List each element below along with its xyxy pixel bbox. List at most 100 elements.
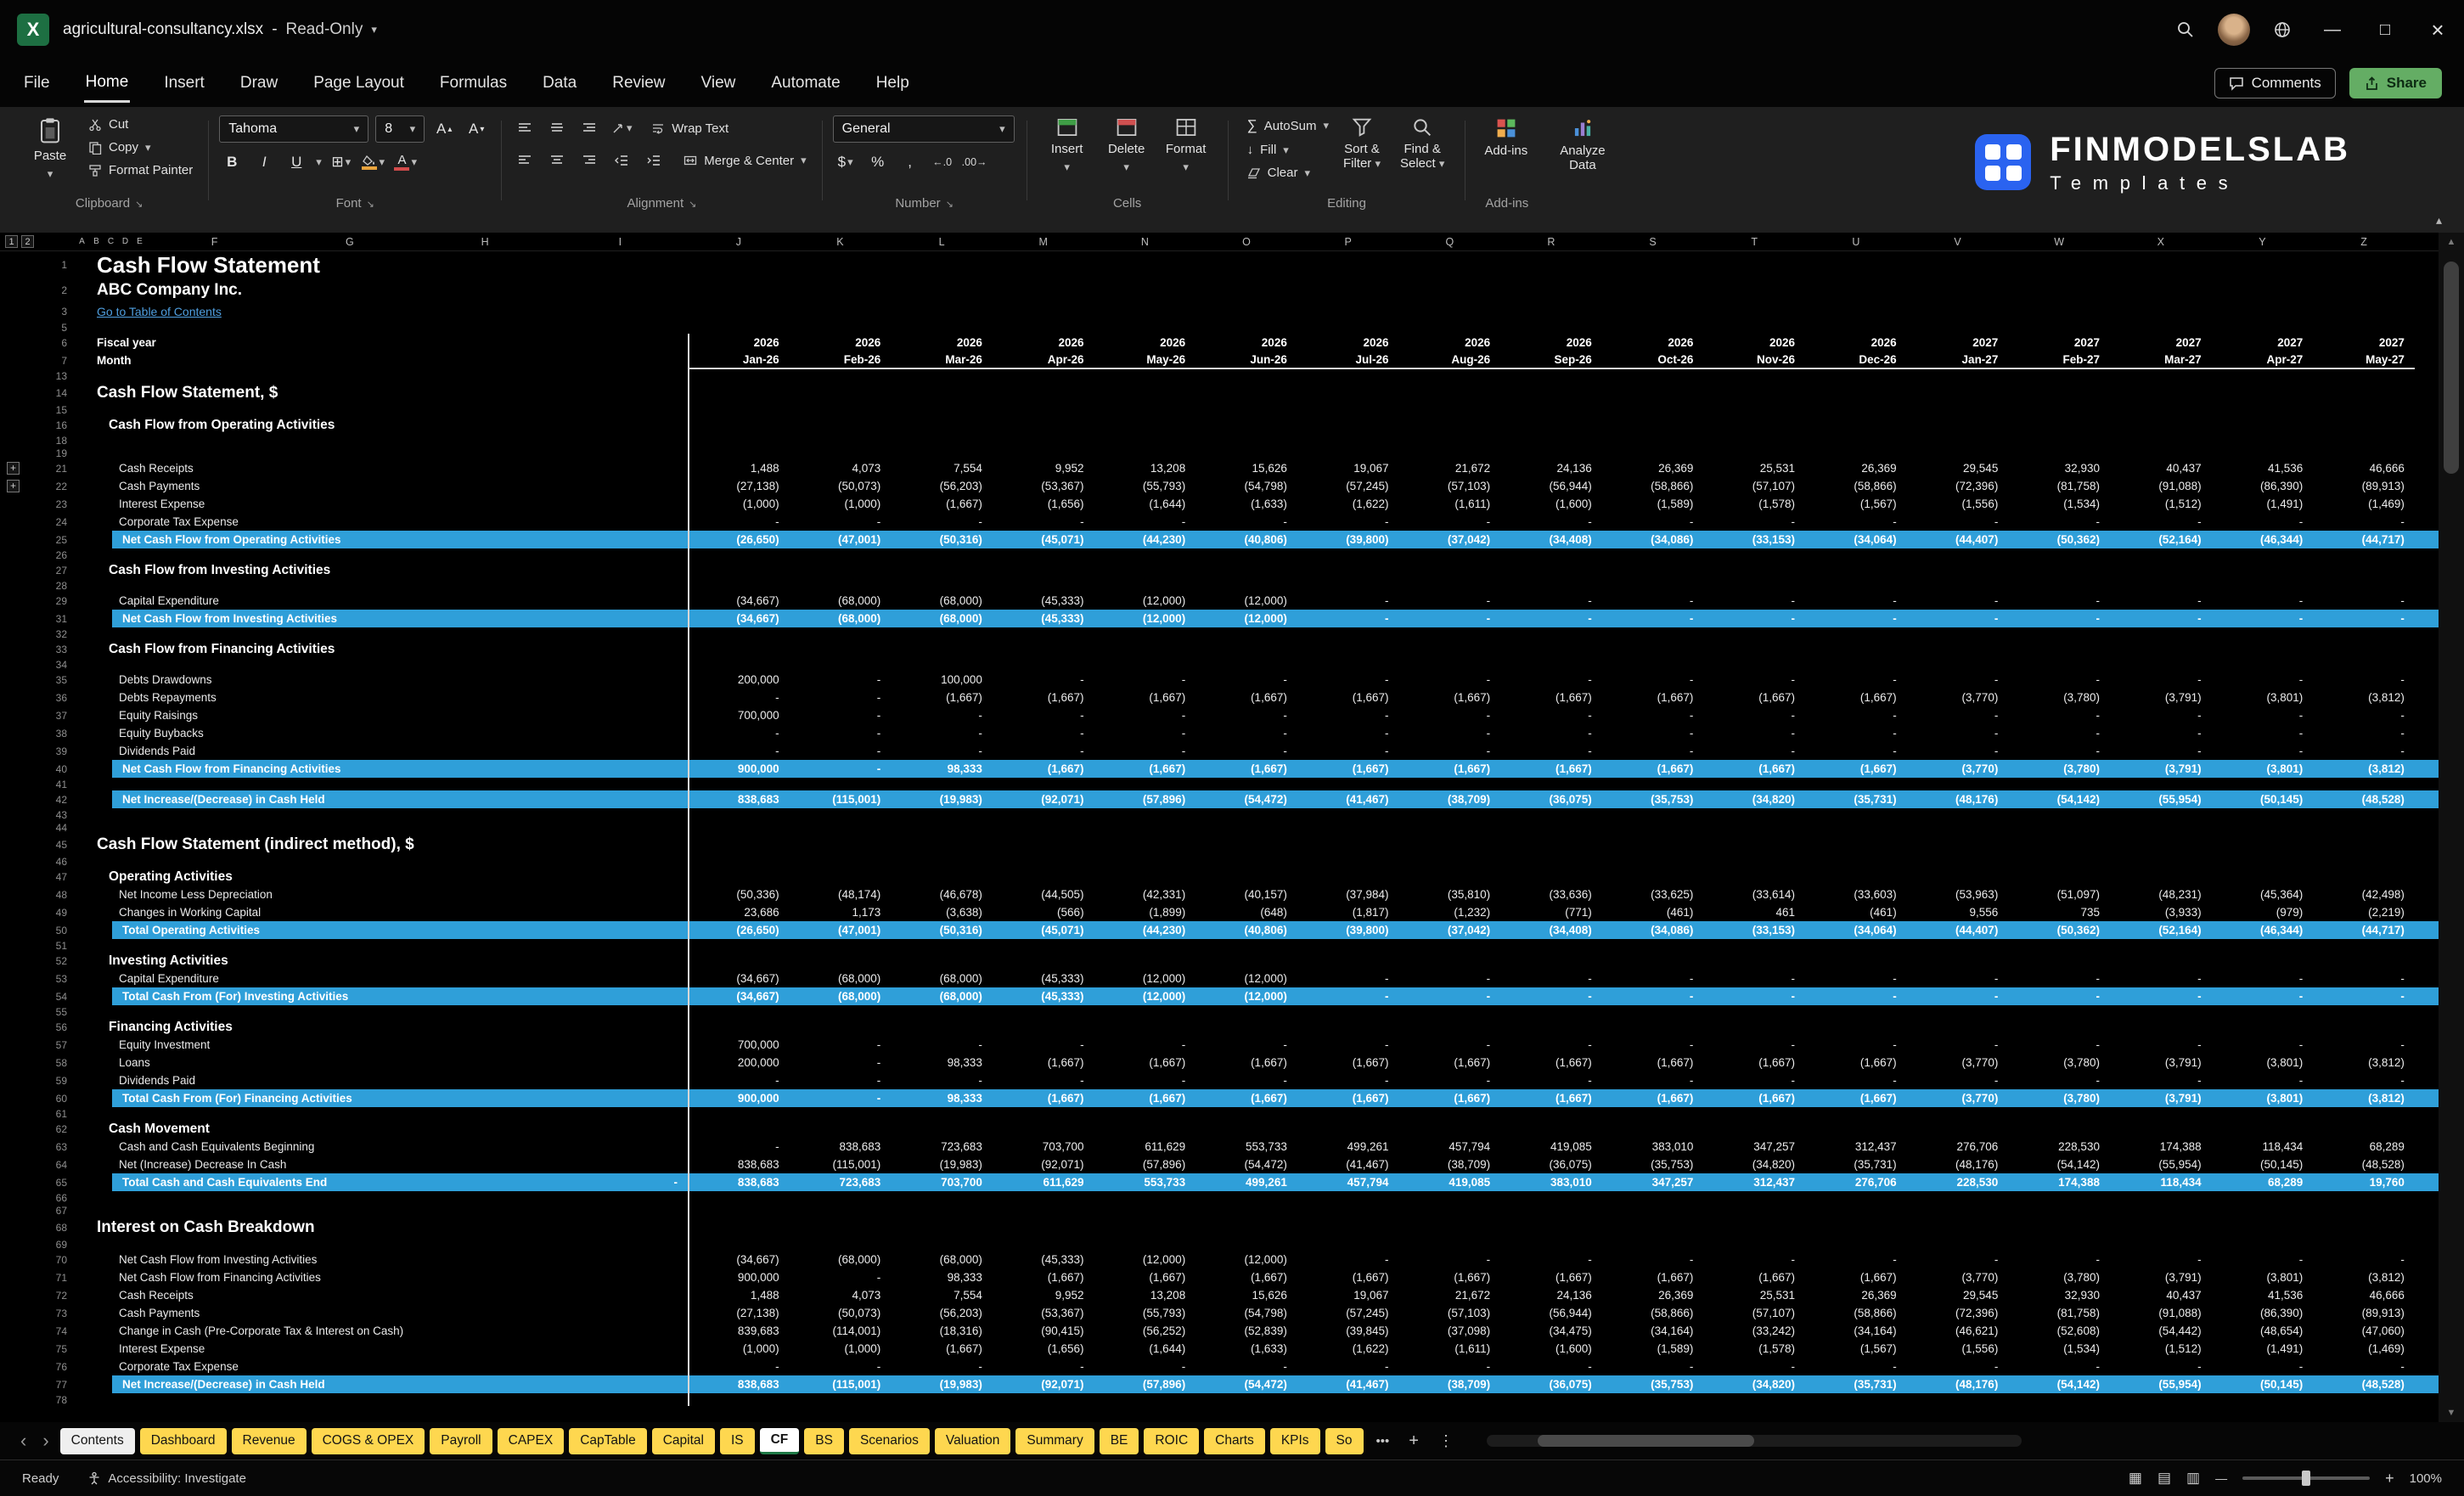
cell[interactable]: - bbox=[2008, 724, 2110, 742]
cell[interactable]: (3,812) bbox=[2313, 1054, 2415, 1071]
cell[interactable] bbox=[2110, 434, 2212, 447]
cell[interactable] bbox=[790, 1204, 892, 1217]
sheet-tab-scenarios[interactable]: Scenarios bbox=[849, 1428, 930, 1454]
cell[interactable] bbox=[1500, 416, 1602, 434]
cell[interactable]: May-26 bbox=[1094, 352, 1196, 368]
cell[interactable]: (48,654) bbox=[2212, 1322, 2314, 1340]
cell[interactable] bbox=[2008, 1217, 2110, 1238]
row-number[interactable]: 61 bbox=[34, 1108, 75, 1120]
cell[interactable]: (3,801) bbox=[2212, 1089, 2314, 1107]
cell[interactable]: (27,138) bbox=[688, 477, 790, 495]
cell[interactable]: - bbox=[2212, 706, 2314, 724]
cell[interactable] bbox=[1703, 1018, 1805, 1036]
cell[interactable] bbox=[993, 447, 1094, 459]
cell[interactable]: (115,001) bbox=[790, 1156, 892, 1173]
cell[interactable] bbox=[1195, 301, 1297, 321]
decrease-indent-icon[interactable] bbox=[609, 148, 634, 173]
row-number[interactable]: 31 bbox=[34, 613, 75, 625]
cell[interactable] bbox=[1195, 369, 1297, 382]
cell[interactable] bbox=[2212, 278, 2314, 301]
cell[interactable]: - bbox=[2313, 610, 2415, 627]
cell[interactable]: - bbox=[1500, 610, 1602, 627]
cell[interactable]: (1,667) bbox=[1602, 1054, 1704, 1071]
cell[interactable] bbox=[2212, 579, 2314, 592]
cell[interactable] bbox=[2313, 821, 2415, 834]
cell[interactable]: 7,554 bbox=[891, 459, 993, 477]
cell[interactable]: - bbox=[1703, 1358, 1805, 1375]
decrease-decimal-button[interactable]: .00→ bbox=[962, 149, 987, 175]
cell[interactable] bbox=[1398, 382, 1500, 403]
cell[interactable] bbox=[1195, 382, 1297, 403]
row-number[interactable]: 47 bbox=[34, 871, 75, 883]
column-header-G[interactable]: G bbox=[282, 233, 417, 250]
cell[interactable]: (1,622) bbox=[1297, 1340, 1399, 1358]
cell[interactable]: (461) bbox=[1805, 903, 1907, 921]
cell[interactable] bbox=[993, 1191, 1094, 1204]
cell[interactable]: (3,770) bbox=[1907, 689, 2009, 706]
cell[interactable]: - bbox=[1805, 706, 1907, 724]
cell[interactable] bbox=[1500, 579, 1602, 592]
cell[interactable] bbox=[2313, 640, 2415, 658]
cell[interactable]: - bbox=[1500, 1358, 1602, 1375]
cell[interactable] bbox=[1195, 434, 1297, 447]
cell[interactable]: - bbox=[1907, 1071, 2009, 1089]
cell[interactable] bbox=[1907, 627, 2009, 640]
cell[interactable]: (35,731) bbox=[1805, 1156, 1907, 1173]
cell[interactable] bbox=[2313, 301, 2415, 321]
row-number[interactable]: 32 bbox=[34, 628, 75, 640]
cell[interactable] bbox=[2008, 1204, 2110, 1217]
cell[interactable]: (46,621) bbox=[1907, 1322, 2009, 1340]
cell[interactable] bbox=[1500, 952, 1602, 970]
copy-button[interactable]: Copy▾ bbox=[85, 138, 196, 156]
cell[interactable] bbox=[2008, 416, 2110, 434]
cell[interactable] bbox=[1500, 1191, 1602, 1204]
cell[interactable]: (34,820) bbox=[1703, 790, 1805, 808]
row-number[interactable]: 55 bbox=[34, 1006, 75, 1018]
cell[interactable]: (55,793) bbox=[1094, 1304, 1196, 1322]
cell[interactable]: - bbox=[2212, 970, 2314, 987]
cell[interactable] bbox=[1094, 1204, 1196, 1217]
format-painter-button[interactable]: Format Painter bbox=[85, 161, 196, 179]
cell[interactable]: 2026 bbox=[1703, 334, 1805, 352]
cell[interactable] bbox=[1602, 855, 1704, 868]
cell[interactable] bbox=[1602, 301, 1704, 321]
cell[interactable]: (92,071) bbox=[993, 1375, 1094, 1393]
cell[interactable] bbox=[1094, 778, 1196, 790]
cell[interactable]: (34,064) bbox=[1805, 531, 1907, 548]
cell[interactable] bbox=[1094, 403, 1196, 416]
cell[interactable]: 15,626 bbox=[1195, 459, 1297, 477]
sheet-tab-bs[interactable]: BS bbox=[804, 1428, 844, 1454]
column-header-U[interactable]: U bbox=[1805, 233, 1907, 250]
cell[interactable] bbox=[891, 1107, 993, 1120]
cell[interactable]: (55,954) bbox=[2110, 790, 2212, 808]
row-number[interactable]: 15 bbox=[34, 404, 75, 416]
cell[interactable]: - bbox=[2110, 671, 2212, 689]
cell[interactable]: (51,097) bbox=[2008, 886, 2110, 903]
cell[interactable] bbox=[1602, 321, 1704, 334]
cell[interactable]: (3,812) bbox=[2313, 1268, 2415, 1286]
column-header-R[interactable]: R bbox=[1500, 233, 1602, 250]
row-number[interactable]: 37 bbox=[34, 710, 75, 722]
cell[interactable] bbox=[1195, 416, 1297, 434]
cell[interactable] bbox=[1907, 447, 2009, 459]
cell[interactable]: (34,086) bbox=[1602, 921, 1704, 939]
cell[interactable]: (1,491) bbox=[2212, 1340, 2314, 1358]
sheet-tab-contents[interactable]: Contents bbox=[60, 1428, 135, 1454]
row-number[interactable]: 63 bbox=[34, 1141, 75, 1153]
cell[interactable] bbox=[891, 855, 993, 868]
menu-help[interactable]: Help bbox=[875, 65, 911, 101]
row-number[interactable]: 77 bbox=[34, 1379, 75, 1391]
cell[interactable]: (89,913) bbox=[2313, 1304, 2415, 1322]
cell[interactable]: (18,316) bbox=[891, 1322, 993, 1340]
cell[interactable]: (86,390) bbox=[2212, 1304, 2314, 1322]
cell[interactable] bbox=[1805, 1393, 1907, 1406]
cell[interactable] bbox=[1500, 251, 1602, 278]
cell[interactable] bbox=[1907, 821, 2009, 834]
cell[interactable]: - bbox=[1602, 706, 1704, 724]
cell[interactable] bbox=[2212, 1204, 2314, 1217]
cell[interactable] bbox=[1398, 434, 1500, 447]
accessibility-status[interactable]: Accessibility: Investigate bbox=[87, 1471, 246, 1486]
cell[interactable]: (3,770) bbox=[1907, 1089, 2009, 1107]
cell[interactable] bbox=[2212, 1217, 2314, 1238]
cell[interactable]: (56,203) bbox=[891, 1304, 993, 1322]
